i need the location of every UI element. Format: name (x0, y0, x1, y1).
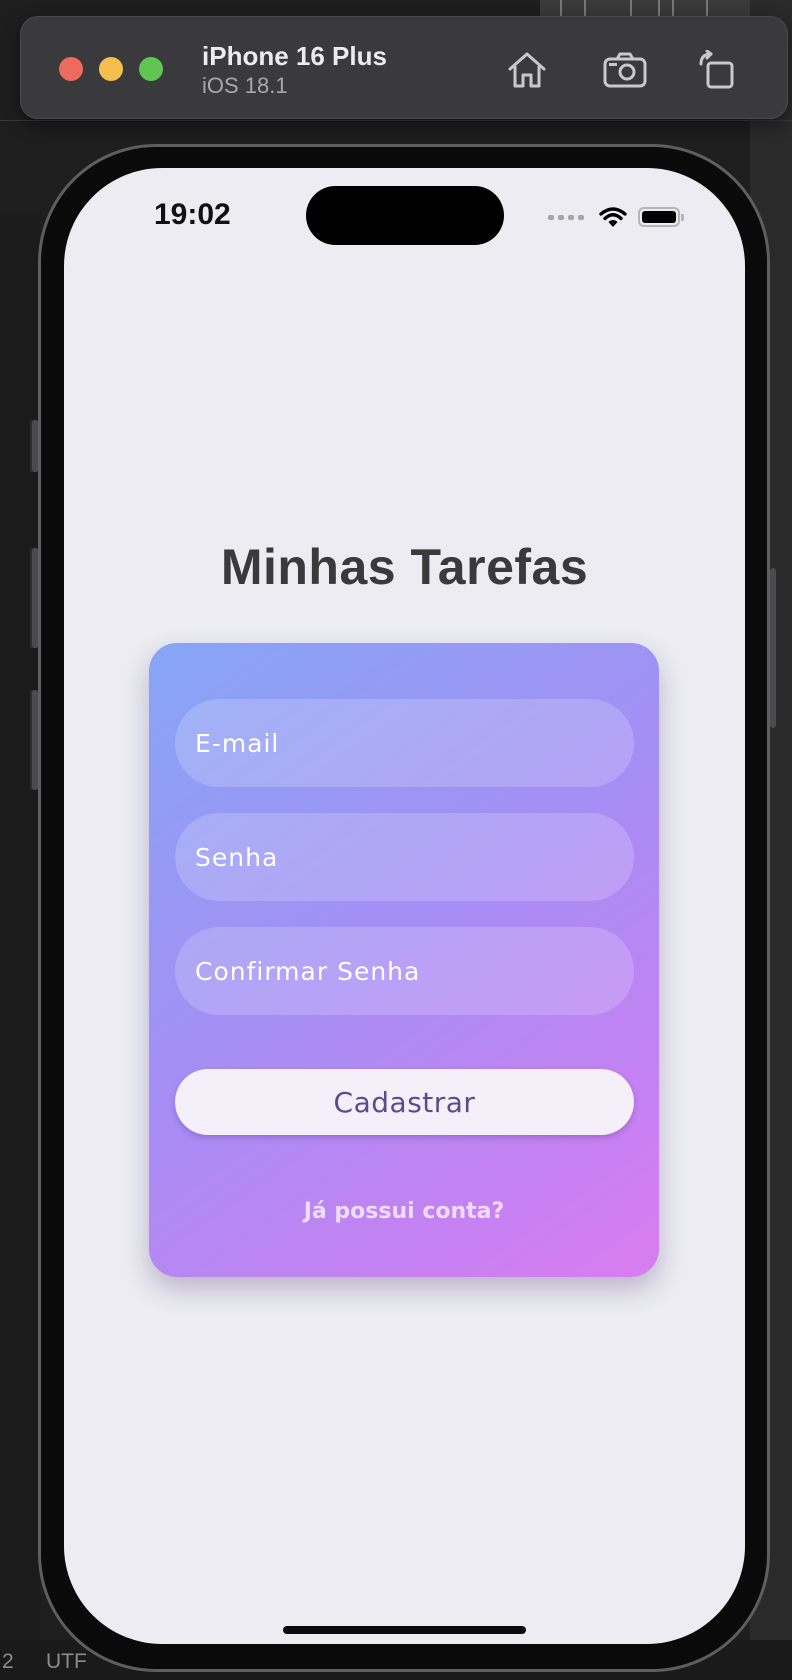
password-placeholder: Senha (195, 842, 279, 872)
camera-icon (603, 52, 647, 88)
volume-up-button (32, 548, 38, 648)
simulator-titlebar: iPhone 16 Plus iOS 18.1 (20, 16, 788, 119)
password-field[interactable]: Senha (175, 813, 634, 901)
device-name: iPhone 16 Plus (202, 41, 387, 71)
ide-status-encoding: UTF (46, 1650, 87, 1673)
minimize-window-button[interactable] (99, 57, 123, 81)
status-time: 19:02 (154, 198, 231, 231)
os-version: iOS 18.1 (202, 73, 288, 98)
screenshot-button[interactable] (597, 45, 653, 95)
confirm-password-field[interactable]: Confirmar Senha (175, 927, 634, 1015)
volume-down-button (32, 690, 38, 790)
battery-icon (638, 207, 684, 227)
confirm-password-placeholder: Confirmar Senha (195, 956, 421, 986)
status-indicators (548, 202, 684, 232)
close-window-button[interactable] (59, 57, 83, 81)
ide-divider (0, 120, 792, 121)
email-field[interactable]: E-mail (175, 699, 634, 787)
ide-status-line: 2 (2, 1650, 14, 1673)
home-icon (508, 52, 546, 88)
app-title: Minhas Tarefas (220, 539, 589, 595)
rotate-icon (699, 50, 734, 89)
phone-screen: 19:02 Minhas Tarefas E-mail Senha Confir… (64, 168, 745, 1644)
signup-button-label: Cadastrar (333, 1085, 476, 1119)
zoom-window-button[interactable] (139, 57, 163, 81)
home-button[interactable] (499, 45, 555, 95)
signup-button[interactable]: Cadastrar (175, 1069, 634, 1135)
rotate-button[interactable] (689, 45, 745, 95)
wifi-icon (599, 207, 627, 227)
dynamic-island (306, 186, 504, 245)
login-link[interactable]: Já possui conta? (149, 1199, 659, 1224)
email-placeholder: E-mail (195, 728, 280, 758)
home-indicator[interactable] (283, 1626, 526, 1634)
signup-card: E-mail Senha Confirmar Senha Cadastrar J… (149, 643, 659, 1277)
silent-switch (32, 420, 38, 472)
cellular-signal-icon (548, 214, 584, 220)
power-button (770, 568, 776, 728)
